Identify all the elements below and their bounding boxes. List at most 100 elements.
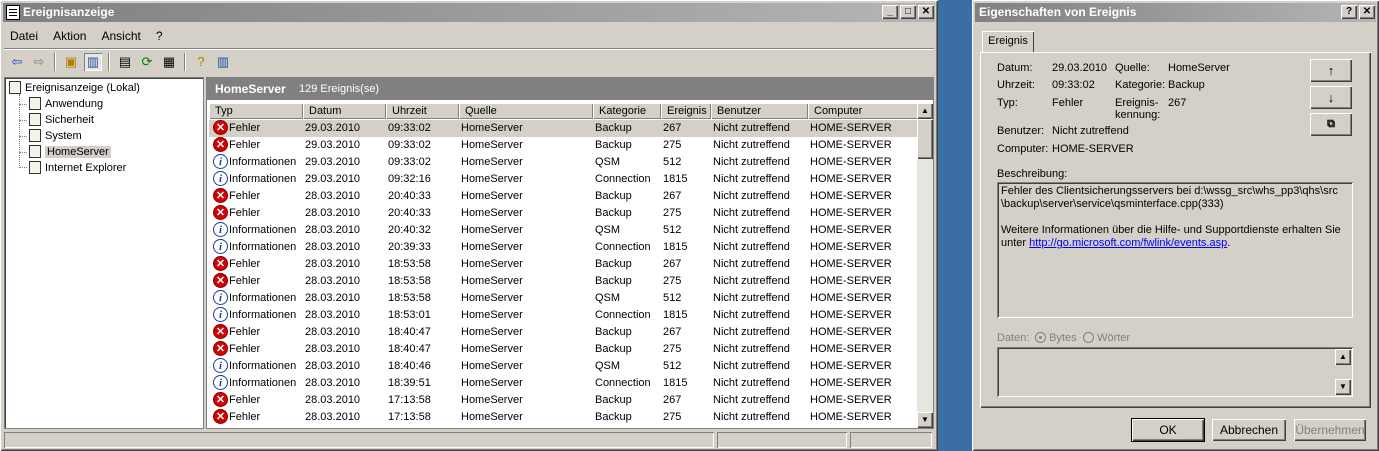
col-ereignis[interactable]: Ereignis: [661, 103, 711, 119]
info-icon: i: [213, 222, 228, 237]
col-kategorie[interactable]: Kategorie: [593, 103, 661, 119]
tab-ereignis[interactable]: Ereignis: [982, 31, 1034, 52]
tree-item-sicherheit[interactable]: Sicherheit: [29, 112, 94, 128]
properties-icon[interactable]: ▤: [116, 53, 134, 71]
table-row[interactable]: ✕ Fehler 28.03.2010 18:53:58 HomeServer Backu…: [209, 256, 919, 273]
tree-item-internet-explorer[interactable]: Internet Explorer: [29, 160, 126, 176]
value-kategorie: Backup: [1168, 79, 1205, 91]
table-row[interactable]: ✕ Fehler 28.03.2010 18:40:47 HomeServer Backu…: [209, 341, 919, 358]
description-line: Fehler des Clientsicherungsservers bei d…: [1001, 185, 1338, 197]
table-row[interactable]: i Informationen 29.03.2010 09:32:16 HomeServ…: [209, 171, 919, 188]
maximize-button[interactable]: □: [900, 5, 916, 19]
cell-ev: 512: [663, 360, 682, 372]
description-line: \backup\server\service\qsminterface.cpp(…: [1001, 198, 1224, 210]
previous-event-button[interactable]: ↑: [1310, 59, 1352, 82]
table-row[interactable]: i Informationen 28.03.2010 18:53:01 HomeServ…: [209, 307, 919, 324]
scroll-thumb[interactable]: [917, 119, 933, 159]
cell-typ: Fehler: [229, 122, 261, 134]
cell-user: Nicht zutreffend: [713, 190, 790, 202]
menu-datei[interactable]: Datei: [4, 27, 44, 45]
cell-kat: Backup: [595, 207, 632, 219]
tree-item-homeserver[interactable]: HomeServer: [29, 144, 111, 160]
tree-item-system[interactable]: System: [29, 128, 82, 144]
title-bar[interactable]: Ereignisanzeige _ □ ✕: [3, 3, 935, 22]
menu-ansicht[interactable]: Ansicht: [96, 27, 147, 45]
cell-comp: HOME-SERVER: [810, 309, 892, 321]
data-scroll-up-icon[interactable]: ▲: [1335, 349, 1351, 365]
cell-kat: Backup: [595, 190, 632, 202]
up-folder-icon[interactable]: ▣: [62, 53, 80, 71]
cell-user: Nicht zutreffend: [713, 156, 790, 168]
table-row[interactable]: ✕ Fehler 28.03.2010 20:40:33 HomeServer Backu…: [209, 188, 919, 205]
dialog-title-bar[interactable]: Eigenschaften von Ereignis ? ✕: [975, 3, 1376, 22]
tree-root[interactable]: Ereignisanzeige (Lokal): [9, 80, 140, 96]
menu-help[interactable]: ?: [150, 27, 169, 45]
copy-button[interactable]: ⧉: [1310, 113, 1352, 136]
cell-quelle: HomeServer: [461, 190, 523, 202]
help-link[interactable]: http://go.microsoft.com/fwlink/events.as…: [1029, 237, 1227, 249]
minimize-button[interactable]: _: [882, 5, 898, 19]
col-quelle[interactable]: Quelle: [459, 103, 593, 119]
table-row[interactable]: i Informationen 28.03.2010 20:40:32 HomeServ…: [209, 222, 919, 239]
table-row[interactable]: i Informationen 29.03.2010 09:33:02 HomeServ…: [209, 154, 919, 171]
show-hide-tree-icon[interactable]: ▥: [84, 53, 102, 71]
table-row[interactable]: i Informationen 28.03.2010 20:39:33 HomeServ…: [209, 239, 919, 256]
col-uhrzeit[interactable]: Uhrzeit: [386, 103, 459, 119]
next-event-button[interactable]: ↓: [1310, 86, 1352, 109]
table-row[interactable]: ✕ Fehler 28.03.2010 20:40:33 HomeServer Backu…: [209, 205, 919, 222]
forward-icon[interactable]: ⇨: [30, 53, 48, 71]
menu-aktion[interactable]: Aktion: [47, 27, 92, 45]
description-box[interactable]: Fehler des Clientsicherungsservers bei d…: [997, 182, 1353, 318]
col-benutzer[interactable]: Benutzer: [711, 103, 808, 119]
tree-item-anwendung[interactable]: Anwendung: [29, 96, 103, 112]
ok-button[interactable]: OK: [1131, 418, 1205, 442]
log-icon: [29, 97, 41, 110]
table-row[interactable]: ✕ Fehler 28.03.2010 18:53:58 HomeServer Backu…: [209, 273, 919, 290]
view-icon[interactable]: ▥: [214, 53, 232, 71]
cell-ev: 275: [663, 275, 682, 287]
dialog-close-button[interactable]: ✕: [1359, 5, 1375, 19]
radio-bytes[interactable]: Bytes: [1035, 332, 1077, 344]
col-datum[interactable]: Datum: [303, 103, 386, 119]
error-icon: ✕: [213, 273, 228, 288]
cell-ev: 275: [663, 411, 682, 423]
refresh-icon[interactable]: ⟳: [138, 53, 156, 71]
scroll-up-icon[interactable]: ▲: [917, 103, 933, 119]
help-icon[interactable]: ?: [192, 53, 210, 71]
cell-typ: Fehler: [229, 258, 261, 270]
scroll-down-icon[interactable]: ▼: [917, 412, 933, 428]
error-icon: ✕: [213, 409, 228, 424]
col-typ[interactable]: Typ: [209, 103, 303, 119]
table-row[interactable]: ✕ Fehler 28.03.2010 17:13:58 HomeServer Backu…: [209, 392, 919, 409]
cell-quelle: HomeServer: [461, 156, 523, 168]
export-list-icon[interactable]: ▦: [160, 53, 178, 71]
event-count: 129 Ereignis(se): [299, 83, 380, 95]
cell-comp: HOME-SERVER: [810, 224, 892, 236]
cancel-button[interactable]: Abbrechen: [1212, 419, 1286, 441]
cell-zeit: 20:40:33: [388, 207, 431, 219]
radio-woerter[interactable]: Wörter: [1083, 332, 1130, 344]
data-scroll-down-icon[interactable]: ▼: [1335, 379, 1351, 395]
cell-zeit: 20:39:33: [388, 241, 431, 253]
log-icon: [29, 161, 41, 174]
table-row[interactable]: i Informationen 28.03.2010 18:40:46 HomeServ…: [209, 358, 919, 375]
table-row[interactable]: ✕ Fehler 29.03.2010 09:33:02 HomeServer Backu…: [209, 137, 919, 154]
apply-button[interactable]: Übernehmen: [1294, 419, 1366, 441]
cell-datum: 28.03.2010: [305, 394, 361, 406]
back-icon[interactable]: ⇦: [8, 53, 26, 71]
cell-comp: HOME-SERVER: [810, 394, 892, 406]
data-box[interactable]: ▲ ▼: [997, 347, 1353, 397]
table-row[interactable]: ✕ Fehler 29.03.2010 09:33:02 HomeServer Backu…: [209, 120, 919, 137]
table-row[interactable]: ✕ Fehler 28.03.2010 18:40:47 HomeServer Backu…: [209, 324, 919, 341]
table-row[interactable]: i Informationen 28.03.2010 18:39:51 HomeServ…: [209, 375, 919, 392]
cell-comp: HOME-SERVER: [810, 139, 892, 151]
table-row[interactable]: ✕ Fehler 28.03.2010 17:13:58 HomeServer Backu…: [209, 409, 919, 426]
cell-kat: Backup: [595, 343, 632, 355]
cell-user: Nicht zutreffend: [713, 292, 790, 304]
col-computer[interactable]: Computer: [808, 103, 919, 119]
help-button[interactable]: ?: [1341, 5, 1357, 19]
close-button[interactable]: ✕: [918, 5, 934, 19]
table-row[interactable]: i Informationen 28.03.2010 18:53:58 HomeServ…: [209, 290, 919, 307]
vertical-scrollbar[interactable]: ▲ ▼: [917, 103, 933, 428]
cell-quelle: HomeServer: [461, 241, 523, 253]
